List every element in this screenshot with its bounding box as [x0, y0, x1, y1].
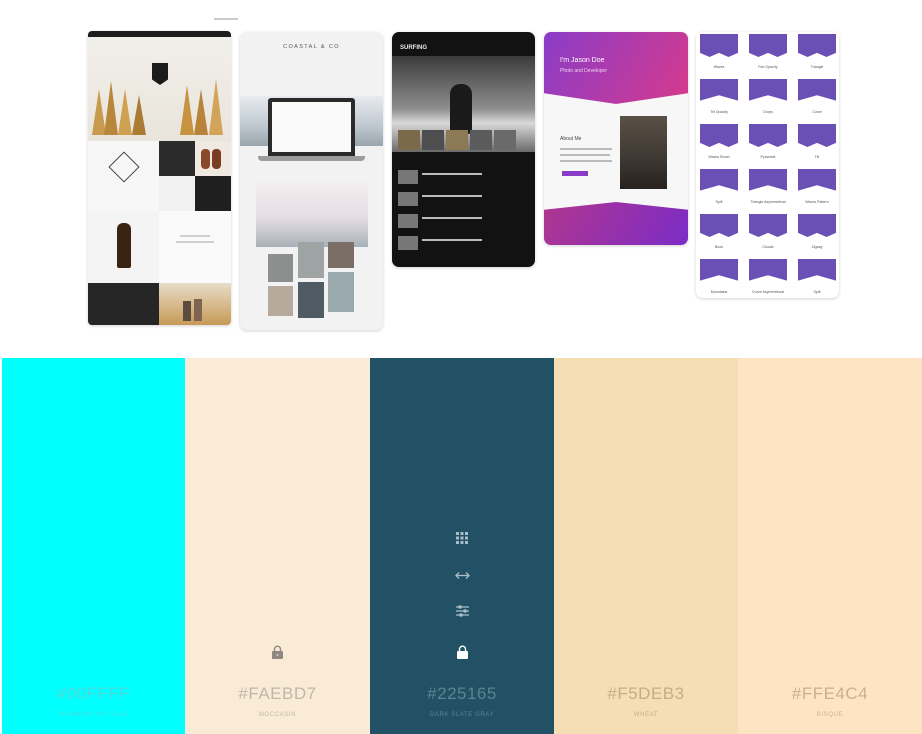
hex-code[interactable]: #FFE4C4 [738, 684, 922, 704]
shape-label: Curve Asymmetrical [752, 290, 784, 294]
color-name: BISQUE [816, 712, 844, 718]
shape-preview [700, 214, 738, 237]
shape-preview [798, 79, 836, 101]
shape-label: Triangle [810, 65, 824, 69]
shape-label: Fan Opacity [758, 65, 778, 69]
shape-preview [749, 259, 787, 281]
footer-band [544, 202, 688, 245]
shape-preview [798, 214, 836, 237]
color-swatch[interactable]: #FFE4C4 BISQUE [738, 358, 922, 734]
swap-arrows-icon[interactable] [454, 567, 470, 583]
color-name: MOCCASIN [258, 712, 297, 718]
shape-label: Triangle Asymmetrical [750, 200, 786, 204]
shape-preview [700, 169, 738, 191]
thumbnail-coastal[interactable]: COASTAL & CO [240, 32, 383, 330]
shape-label: Waves Brush [708, 155, 730, 159]
shape-preview [749, 169, 787, 191]
shape-preview [749, 34, 787, 57]
jason-title: I'm Jason Doe [560, 57, 605, 64]
hex-code[interactable]: #F5DEB3 [554, 684, 738, 704]
hex-code[interactable]: #FAEBD7 [185, 684, 370, 704]
shape-preview [749, 124, 787, 147]
coastal-title: COASTAL & CO [283, 44, 340, 50]
laptop-image [268, 98, 355, 156]
lock-icon[interactable] [270, 644, 286, 660]
grid-icon[interactable] [454, 530, 470, 546]
sliders-icon[interactable] [454, 603, 470, 619]
color-swatch[interactable]: #00FFFF SPARROW SKY BLUE [2, 358, 185, 734]
tiny-mark [214, 18, 238, 20]
shape-preview [798, 169, 836, 191]
surfing-logo: SURFING [400, 45, 427, 51]
shape-label: Curve [812, 110, 822, 114]
lock-icon[interactable] [454, 644, 470, 660]
shape-preview [700, 124, 738, 147]
thumbnail-shape-dividers[interactable]: Waves Fan Opacity Triangle Tilt Opacity Drop… [696, 32, 839, 298]
app-root: COASTAL & CO SURFING I'm Jason Doe Photo… [0, 0, 922, 734]
thumbnail-jason-doe[interactable]: I'm Jason Doe Photo and Developer About … [544, 32, 688, 245]
color-name: SPARROW SKY BLUE [57, 712, 130, 718]
color-name: DARK SLATE GRAY [429, 712, 495, 718]
shape-preview [749, 79, 787, 101]
shape-label: Drops [763, 110, 773, 114]
shape-label: Zigzag [811, 245, 823, 249]
jason-subtitle: Photo and Developer [560, 68, 607, 74]
shape-preview [749, 214, 787, 237]
hex-code[interactable]: #00FFFF [2, 684, 185, 704]
shape-label: Split [715, 200, 723, 204]
template-thumbnails: COASTAL & CO SURFING I'm Jason Doe Photo… [0, 0, 922, 358]
crest-icon [152, 63, 168, 85]
profile-photo [620, 116, 667, 189]
color-name: WHEAT [633, 712, 659, 718]
hero-trees [88, 37, 231, 141]
shape-preview [700, 259, 738, 281]
about-heading: About Me [560, 136, 582, 142]
thumbnail-winter-collage[interactable] [88, 31, 231, 325]
shape-preview [798, 259, 836, 281]
shape-label: Book [714, 245, 724, 249]
shape-preview [700, 34, 738, 57]
shape-label: Tilt Opacity [710, 110, 728, 114]
color-swatch[interactable]: #F5DEB3 WHEAT [554, 358, 738, 734]
shape-preview [700, 79, 738, 101]
laptop-base [258, 156, 365, 161]
preview-panel [256, 182, 368, 247]
color-swatch[interactable]: #FAEBD7 MOCCASIN [185, 358, 370, 734]
shape-label: Tilt [814, 155, 820, 159]
shape-label: Mountains [710, 290, 728, 294]
surfer-figure [450, 84, 472, 134]
hex-code[interactable]: #225165 [370, 684, 554, 704]
shape-label: Waves [713, 65, 725, 69]
thumbnail-surfing[interactable]: SURFING [392, 32, 535, 267]
shape-label: Clouds [762, 245, 774, 249]
shape-preview [798, 34, 836, 57]
shape-label: Split [813, 290, 821, 294]
shape-label: Pyramids [760, 155, 776, 159]
color-palette: #00FFFF SPARROW SKY BLUE #FAEBD7 MOCCASIN #2… [2, 358, 922, 734]
shape-preview [798, 124, 836, 147]
shape-label: Waves Pattern [805, 200, 829, 204]
color-swatch[interactable]: #225165 DARK SLATE GRAY [370, 358, 554, 734]
